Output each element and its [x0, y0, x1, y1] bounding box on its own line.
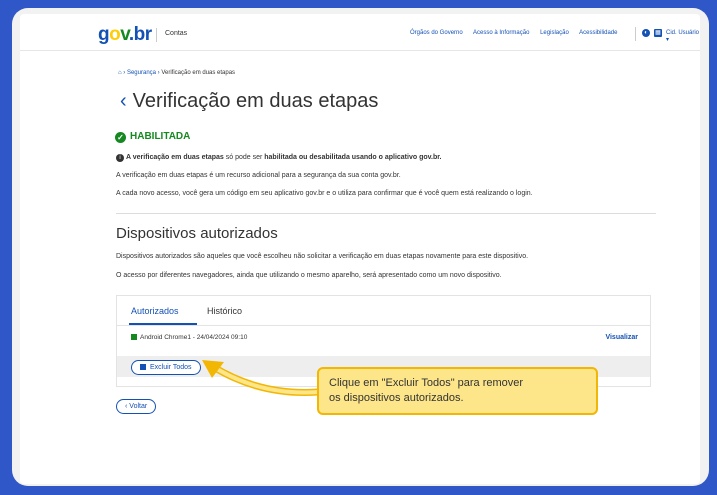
section-label: Contas: [165, 30, 188, 37]
check-circle-icon: ✓: [115, 132, 126, 143]
link-acessibilidade[interactable]: Acessibilidade: [579, 30, 617, 36]
link-orgaos[interactable]: Órgãos do Governo: [410, 30, 463, 36]
status-badge: ✓ HABILITADA: [115, 131, 190, 143]
devices-heading: Dispositivos autorizados: [116, 225, 278, 242]
description-1: A verificação em duas etapas é um recurs…: [116, 172, 401, 179]
trash-icon: [140, 364, 146, 370]
page: gov.br Contas Órgãos do Governo Acesso à…: [20, 14, 700, 484]
active-tab-indicator: [129, 323, 197, 325]
divider: [116, 213, 656, 214]
breadcrumb-seguranca[interactable]: Segurança: [127, 70, 156, 76]
tutorial-callout: Clique em "Excluir Todos" para remover o…: [317, 367, 598, 415]
breadcrumb: ⌂ › Segurança › Verificação em duas etap…: [118, 70, 235, 76]
link-acesso-info[interactable]: Acesso à Informação: [473, 30, 529, 36]
page-title: ‹ Verificação em duas etapas: [120, 90, 379, 112]
devices-description-1: Dispositivos autorizados são aqueles que…: [116, 253, 529, 260]
devices-description-2: O acesso por diferentes navegadores, ain…: [116, 272, 502, 279]
tab-historico[interactable]: Histórico: [207, 306, 242, 316]
back-chevron-icon[interactable]: ‹: [120, 90, 127, 112]
callout-line-1: Clique em "Excluir Todos" para remover: [329, 377, 524, 389]
user-menu[interactable]: Cid. Usuário ▾: [666, 30, 700, 43]
android-icon: [131, 334, 137, 340]
apps-grid-icon[interactable]: ▦: [654, 29, 662, 37]
tab-autorizados[interactable]: Autorizados: [131, 306, 179, 316]
top-links: Órgãos do Governo Acesso à Informação Le…: [410, 30, 626, 36]
back-button[interactable]: ‹ Voltar: [116, 399, 157, 414]
screenshot-frame: gov.br Contas Órgãos do Governo Acesso à…: [12, 8, 709, 486]
device-entry: Android Chrome1 - 24/04/2024 09:10: [131, 334, 247, 341]
divider: [635, 27, 636, 41]
delete-all-button[interactable]: Excluir Todos: [131, 360, 201, 375]
callout-arrow: [202, 360, 322, 396]
tab-divider: [117, 325, 650, 326]
breadcrumb-current: Verificação em duas etapas: [161, 70, 236, 76]
home-icon[interactable]: ⌂: [118, 70, 122, 76]
description-2: A cada novo acesso, você gera um código …: [116, 190, 533, 197]
callout-line-2: os dispositivos autorizados.: [329, 392, 464, 404]
info-text: iA verificação em duas etapas só pode se…: [116, 154, 442, 162]
view-link[interactable]: Visualizar: [605, 334, 638, 341]
info-icon: i: [116, 154, 124, 162]
top-header: gov.br Contas Órgãos do Governo Acesso à…: [20, 14, 700, 51]
divider: [156, 28, 157, 42]
link-legislacao[interactable]: Legislação: [540, 30, 569, 36]
contrast-icon[interactable]: ◐: [642, 29, 650, 37]
govbr-logo[interactable]: gov.br: [98, 24, 152, 46]
